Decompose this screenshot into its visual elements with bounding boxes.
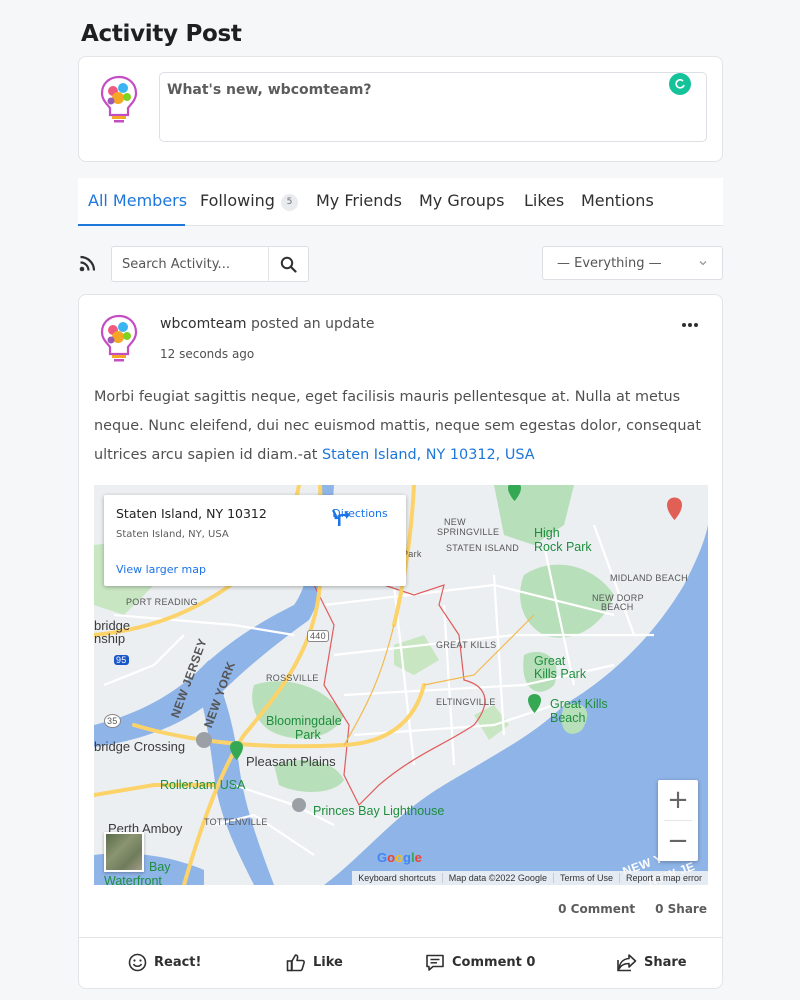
share-icon bbox=[617, 954, 637, 972]
terms-of-use-link[interactable]: Terms of Use bbox=[552, 873, 619, 883]
like-label: Like bbox=[313, 955, 343, 970]
comment-count[interactable]: 0 Comment bbox=[558, 902, 635, 916]
map-label-bay: Bay bbox=[149, 860, 171, 874]
tab-all-members[interactable]: All Members bbox=[88, 191, 187, 210]
tab-my-friends[interactable]: My Friends bbox=[316, 191, 402, 210]
react-label: React! bbox=[154, 955, 202, 970]
search-activity-form bbox=[111, 246, 309, 282]
react-button[interactable]: React! bbox=[128, 953, 201, 972]
map-label-port-reading: PORT READING bbox=[126, 597, 198, 607]
route-95-shield: 95 bbox=[114, 655, 129, 665]
share-button[interactable]: Share bbox=[616, 953, 687, 972]
map-label-tottenville: TOTTENVILLE bbox=[204, 817, 268, 827]
whats-new-input[interactable]: What's new, wbcomteam? bbox=[159, 72, 707, 142]
map-label-great-kills-park-2: Kills Park bbox=[534, 667, 587, 681]
map-zoom-controls: + − bbox=[658, 780, 698, 861]
report-map-error-link[interactable]: Report a map error bbox=[618, 873, 708, 883]
page-title: Activity Post bbox=[81, 21, 242, 47]
map-label-high-rock-park: Rock Park bbox=[534, 540, 592, 554]
location-link[interactable]: Staten Island, NY 10312, USA bbox=[322, 447, 535, 463]
map-label-staten-island: STATEN ISLAND bbox=[446, 543, 520, 553]
map-label-bridge-crossing: bridge Crossing bbox=[94, 739, 186, 754]
grammarly-icon[interactable] bbox=[669, 73, 691, 95]
active-tab-indicator bbox=[78, 224, 185, 226]
map-label-eltingville: ELTINGVILLE bbox=[436, 697, 496, 707]
map-label-township: nship bbox=[94, 631, 126, 646]
tab-likes[interactable]: Likes bbox=[524, 191, 564, 210]
post-content: Morbi feugiat sagittis neque, eget facil… bbox=[94, 383, 704, 470]
google-map-embed[interactable]: NEW SPRINGVILLE STATEN ISLAND High Rock … bbox=[94, 485, 708, 885]
map-label-pleasant-plains: Pleasant Plains bbox=[246, 754, 336, 769]
tab-following-label: Following bbox=[200, 191, 275, 210]
filter-selected-value: — Everything — bbox=[557, 256, 662, 271]
share-label: Share bbox=[644, 955, 687, 970]
tab-mentions[interactable]: Mentions bbox=[581, 191, 654, 210]
map-data-text: Map data ©2022 Google bbox=[441, 873, 553, 883]
map-label-bloomingdale-park: Park bbox=[295, 728, 321, 742]
map-label-springville: SPRINGVILLE bbox=[437, 527, 500, 537]
thumbs-up-icon bbox=[286, 954, 305, 972]
map-label-waterfront: Waterfront bbox=[104, 874, 162, 886]
search-button[interactable] bbox=[268, 247, 308, 281]
map-label-midland-beach: MIDLAND BEACH bbox=[610, 573, 688, 583]
whats-new-placeholder: What's new, wbcomteam? bbox=[167, 82, 372, 98]
directions-icon bbox=[332, 509, 350, 526]
zoom-in-button[interactable]: + bbox=[658, 780, 698, 820]
post-action-bar: React! Like Comment 0 Share bbox=[79, 937, 722, 988]
avatar[interactable] bbox=[99, 74, 139, 124]
post-composer: What's new, wbcomteam? bbox=[78, 56, 723, 162]
smile-icon bbox=[128, 953, 147, 972]
activity-tabs: All Members Following 5 My Friends My Gro… bbox=[78, 178, 723, 226]
post-timestamp[interactable]: 12 seconds ago bbox=[160, 347, 254, 361]
map-label-great-kills: GREAT KILLS bbox=[436, 640, 497, 650]
google-logo: Google bbox=[377, 850, 422, 865]
search-activity-input[interactable] bbox=[112, 247, 269, 281]
map-label-new-springville: NEW bbox=[444, 517, 466, 527]
view-larger-map-link[interactable]: View larger map bbox=[116, 563, 206, 576]
tab-my-groups[interactable]: My Groups bbox=[419, 191, 504, 210]
map-label-new-dorp-beach: BEACH bbox=[601, 602, 634, 612]
post-header: wbcomteam posted an update bbox=[160, 316, 374, 332]
comment-button[interactable]: Comment 0 bbox=[425, 953, 535, 972]
map-label-gk-beach-1: Great Kills bbox=[550, 697, 608, 711]
route-35-shield: 35 bbox=[104, 714, 121, 728]
chevron-down-icon bbox=[699, 261, 707, 266]
activity-post: wbcomteam posted an update 12 seconds ag… bbox=[78, 294, 723, 989]
search-icon bbox=[280, 256, 297, 273]
comment-label: Comment 0 bbox=[452, 955, 536, 970]
map-place-address: Staten Island, NY, USA bbox=[116, 529, 229, 540]
map-label-bloomingdale: Bloomingdale bbox=[266, 714, 342, 728]
map-label-rossville: ROSSVILLE bbox=[266, 673, 319, 683]
map-label-gk-beach-2: Beach bbox=[550, 711, 586, 725]
like-button[interactable]: Like bbox=[286, 953, 343, 972]
more-options-button[interactable] bbox=[682, 323, 698, 327]
map-place-title: Staten Island, NY 10312 bbox=[116, 506, 267, 521]
keyboard-shortcuts-link[interactable]: Keyboard shortcuts bbox=[352, 873, 442, 883]
map-label-rollerjam: RollerJam USA bbox=[160, 778, 246, 792]
map-label-high-rock: High bbox=[534, 526, 560, 540]
post-author-link[interactable]: wbcomteam bbox=[160, 316, 247, 332]
map-info-card: Staten Island, NY 10312 Staten Island, N… bbox=[104, 495, 406, 586]
post-action-text: posted an update bbox=[251, 316, 375, 332]
following-count-badge: 5 bbox=[280, 194, 298, 211]
map-attribution: Keyboard shortcuts Map data ©2022 Google… bbox=[352, 871, 708, 885]
map-label-lighthouse: Princes Bay Lighthouse bbox=[313, 804, 445, 818]
tab-following[interactable]: Following 5 bbox=[200, 191, 298, 211]
rss-feed-icon[interactable] bbox=[79, 255, 96, 272]
share-count[interactable]: 0 Share bbox=[655, 902, 707, 916]
zoom-out-button[interactable]: − bbox=[658, 821, 698, 861]
post-stats: 0 Comment 0 Share bbox=[558, 902, 707, 916]
activity-filter-select[interactable]: — Everything — bbox=[542, 246, 723, 280]
route-440-shield: 440 bbox=[307, 630, 329, 642]
comment-icon bbox=[426, 954, 444, 971]
satellite-toggle[interactable] bbox=[104, 832, 144, 872]
author-avatar[interactable] bbox=[99, 313, 139, 363]
directions-button[interactable]: Directions bbox=[330, 507, 390, 526]
